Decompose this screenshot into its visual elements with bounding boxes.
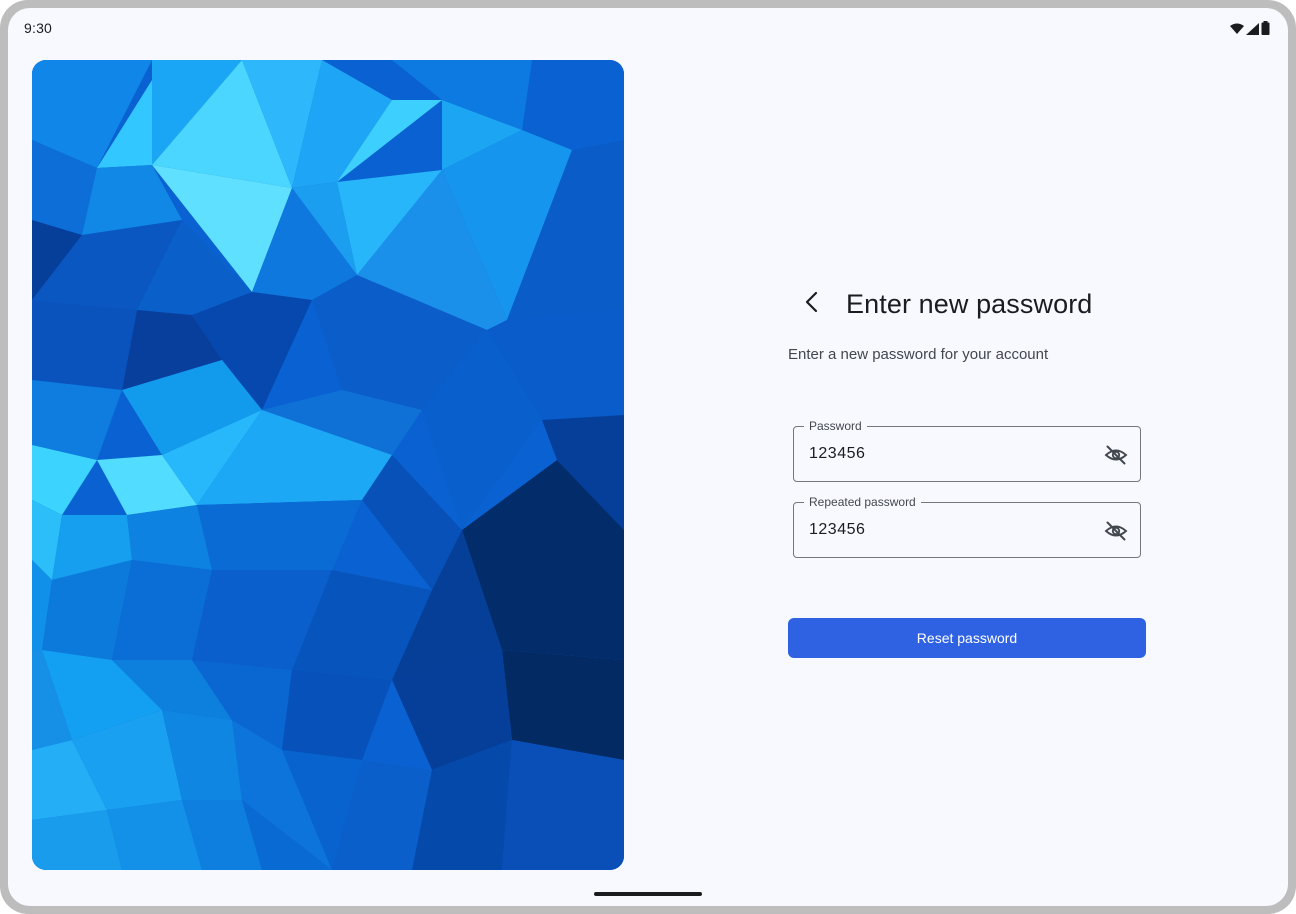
repeated-password-field-label: Repeated password [804, 495, 921, 509]
hero-image [32, 60, 624, 870]
page-subtitle: Enter a new password for your account [788, 346, 1049, 363]
password-field-value[interactable]: 123456 [809, 445, 865, 463]
reset-password-button-label: Reset password [916, 630, 1018, 646]
home-indicator[interactable] [594, 892, 702, 896]
cellular-signal-icon [1246, 22, 1259, 40]
repeated-password-field[interactable]: Repeated password 123456 [793, 495, 1141, 558]
title-row: Enter new password [788, 284, 1092, 324]
status-bar: 9:30 [8, 8, 1288, 48]
password-field-label: Password [804, 419, 867, 433]
password-field[interactable]: Password 123456 [793, 419, 1141, 482]
battery-icon [1261, 21, 1270, 40]
reset-password-button[interactable]: Reset password [788, 618, 1146, 658]
back-button[interactable] [792, 284, 832, 324]
status-time: 9:30 [24, 20, 53, 36]
chevron-left-icon [804, 291, 820, 318]
repeated-password-field-value[interactable]: 123456 [809, 521, 865, 539]
device-frame: 9:30 Enter new password Enter a new pass… [0, 0, 1296, 914]
eye-off-icon[interactable] [1102, 441, 1130, 469]
status-icons [1230, 21, 1270, 40]
page-title: Enter new password [846, 288, 1093, 319]
screen: 9:30 Enter new password Enter a new pass… [8, 8, 1288, 906]
eye-off-icon[interactable] [1102, 517, 1130, 545]
wifi-icon [1230, 22, 1244, 40]
